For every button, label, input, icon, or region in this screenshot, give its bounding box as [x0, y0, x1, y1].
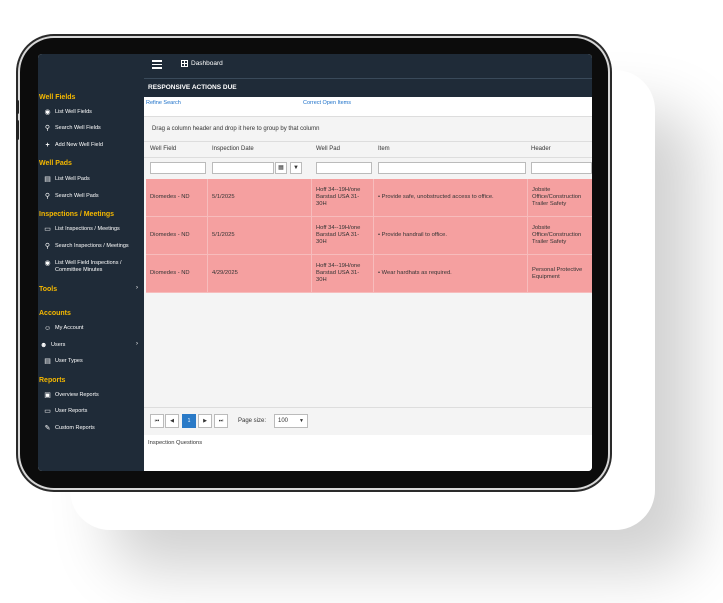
column-header-header[interactable]: Header: [531, 146, 551, 152]
chevron-right-icon[interactable]: ›: [136, 285, 138, 291]
sidebar-item-search-well-pads[interactable]: ⚲ Search Well Pads: [44, 193, 99, 200]
calendar-icon[interactable]: ▦: [275, 162, 287, 174]
panel-title: RESPONSIVE ACTIONS DUE: [148, 84, 237, 91]
tablet-button: [16, 100, 19, 114]
sidebar-item-list-well-pads[interactable]: ▤ List Well Pads: [44, 176, 90, 183]
page-size-label: Page size:: [238, 418, 267, 424]
table-row[interactable]: Diomedes - ND 4/29/2025 Hoff 34--19H/one…: [146, 255, 592, 293]
page-button-current[interactable]: 1: [182, 414, 196, 428]
inbox-icon: ▭: [44, 226, 51, 233]
dashboard-link[interactable]: Dashboard: [181, 60, 223, 67]
app-screen: Well Fields ◉ List Well Fields ⚲ Search …: [38, 54, 592, 471]
search-icon: ⚲: [44, 125, 51, 132]
sidebar-item-users[interactable]: ☻ Users: [40, 342, 65, 349]
globe-icon: ◉: [44, 109, 51, 116]
cell-header: Jobsite Office/Construction Trailer Safety: [532, 225, 582, 245]
sidebar-item-user-types[interactable]: ▤ User Types: [44, 358, 83, 365]
user-icon: ☺: [44, 325, 52, 332]
header-filter-input[interactable]: [531, 162, 592, 174]
cell-item: • Provide handrail to office.: [374, 217, 528, 254]
section-title-accounts: Accounts: [39, 310, 71, 317]
panel-title-bar: RESPONSIVE ACTIONS DUE: [144, 78, 592, 97]
sidebar-item-list-inspections[interactable]: ▭ List Inspections / Meetings: [44, 226, 120, 233]
filter-row: ▦ ▼: [144, 157, 592, 177]
correct-open-items-link[interactable]: Correct Open Items: [303, 100, 351, 106]
cell-well-field: Diomedes - ND: [146, 179, 208, 216]
section-title-reports: Reports: [39, 377, 66, 384]
last-page-icon[interactable]: ⏭: [214, 414, 228, 428]
sidebar-item-overview-reports[interactable]: ▣ Overview Reports: [44, 392, 99, 399]
filter-icon[interactable]: ▼: [290, 162, 302, 174]
section-title-inspections: Inspections / Meetings: [39, 211, 115, 218]
grid-header: Well Field Inspection Date Well Pad Item…: [144, 141, 592, 158]
search-icon: ⚲: [44, 243, 51, 250]
next-page-icon[interactable]: ▶: [198, 414, 212, 428]
pager: ⏮ ◀ 1 ▶ ⏭ Page size: 100 ▼: [144, 407, 592, 434]
sidebar-item-search-inspections[interactable]: ⚲ Search Inspections / Meetings: [44, 243, 129, 250]
sidebar-item-my-account[interactable]: ☺ My Account: [44, 325, 83, 332]
globe-icon: ◉: [44, 260, 51, 267]
edit-icon: ✎: [44, 425, 51, 432]
item-filter-input[interactable]: [378, 162, 526, 174]
column-header-well-pad[interactable]: Well Pad: [316, 146, 340, 152]
inbox-icon: ▭: [44, 408, 51, 415]
sidebar-item-search-well-fields[interactable]: ⚲ Search Well Fields: [44, 125, 101, 132]
cell-inspection-date: 5/1/2025: [208, 217, 312, 254]
refine-search-link[interactable]: Refine Search: [146, 100, 181, 106]
cell-inspection-date: 4/29/2025: [208, 255, 312, 292]
tablet-button: [16, 120, 19, 140]
cell-header: Jobsite Office/Construction Trailer Safety: [532, 187, 582, 207]
dashboard-icon: [181, 60, 188, 67]
inspection-questions-label: Inspection Questions: [148, 440, 203, 446]
grid-rows: Diomedes - ND 5/1/2025 Hoff 34--19H/one B…: [146, 179, 592, 293]
plus-icon: +: [45, 142, 50, 149]
cell-well-field: Diomedes - ND: [146, 217, 208, 254]
page-size-select[interactable]: 100 ▼: [274, 414, 308, 428]
users-icon: ☻: [40, 342, 48, 349]
column-header-inspection-date[interactable]: Inspection Date: [212, 146, 254, 152]
list-icon: ▤: [44, 176, 51, 183]
cell-well-pad: Hoff 34--19H/one Barstad USA 31- 30H: [312, 179, 374, 216]
cell-well-field: Diomedes - ND: [146, 255, 208, 292]
cell-header: Personal Protective Equipment: [532, 266, 583, 280]
column-header-item[interactable]: Item: [378, 146, 390, 152]
section-title-well-pads: Well Pads: [39, 160, 72, 167]
sidebar-item-user-reports[interactable]: ▭ User Reports: [44, 408, 87, 415]
cell-item: • Wear hardhats as required.: [374, 255, 528, 292]
well-field-filter-input[interactable]: [150, 162, 206, 174]
column-header-well-field[interactable]: Well Field: [150, 146, 176, 152]
sidebar: Well Fields ◉ List Well Fields ⚲ Search …: [38, 54, 144, 471]
chevron-right-icon[interactable]: ›: [136, 341, 138, 347]
sidebar-item-list-well-field-inspections[interactable]: ◉ List Well Field Inspections / Committe…: [44, 260, 121, 274]
table-row[interactable]: Diomedes - ND 5/1/2025 Hoff 34--19H/one B…: [146, 179, 592, 217]
cell-inspection-date: 5/1/2025: [208, 179, 312, 216]
well-pad-filter-input[interactable]: [316, 162, 372, 174]
cell-well-pad: Hoff 34--19H/one Barstad USA 31- 30H: [312, 255, 374, 292]
cell-well-pad: Hoff 34--19H/one Barstad USA 31- 30H: [312, 217, 374, 254]
inspection-date-filter-input[interactable]: [212, 162, 274, 174]
data-grid: Drag a column header and drop it here to…: [144, 116, 592, 435]
hamburger-menu-icon[interactable]: [152, 60, 162, 70]
cell-item: • Provide safe, unobstructed access to o…: [374, 179, 528, 216]
chevron-down-icon: ▼: [299, 418, 304, 424]
report-icon: ▣: [44, 392, 51, 399]
sidebar-item-add-new-well-field[interactable]: + Add New Well Field: [44, 142, 102, 149]
sidebar-item-list-well-fields[interactable]: ◉ List Well Fields: [44, 109, 91, 116]
table-row[interactable]: Diomedes - ND 5/1/2025 Hoff 34--19H/one B…: [146, 217, 592, 255]
search-icon: ⚲: [44, 193, 51, 200]
section-title-tools[interactable]: Tools: [39, 286, 57, 293]
top-bar: Dashboard: [144, 54, 592, 78]
prev-page-icon[interactable]: ◀: [165, 414, 179, 428]
section-title-well-fields: Well Fields: [39, 94, 76, 101]
first-page-icon[interactable]: ⏮: [150, 414, 164, 428]
list-icon: ▤: [44, 358, 51, 365]
main-content: RESPONSIVE ACTIONS DUE Refine Search Cor…: [144, 78, 592, 471]
sidebar-item-custom-reports[interactable]: ✎ Custom Reports: [44, 425, 95, 432]
group-by-hint: Drag a column header and drop it here to…: [152, 126, 320, 132]
